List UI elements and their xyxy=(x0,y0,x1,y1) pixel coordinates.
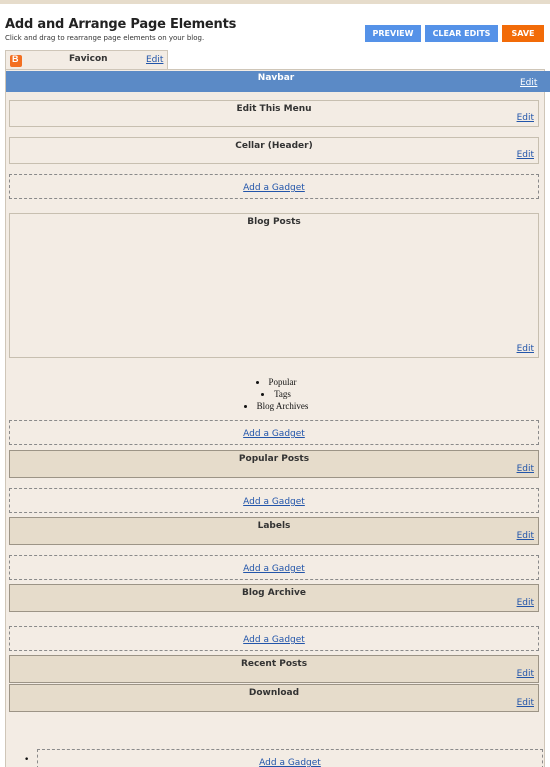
add-gadget-footer: Add a Gadget xyxy=(37,749,543,767)
recent-posts-widget[interactable]: Recent Posts Edit xyxy=(9,655,539,683)
add-gadget-link[interactable]: Add a Gadget xyxy=(243,183,305,193)
save-button[interactable]: SAVE xyxy=(502,25,544,42)
clear-edits-button[interactable]: CLEAR EDITS xyxy=(425,25,498,42)
page-layout-area: Navbar Edit Edit This Menu Edit Cellar (… xyxy=(5,69,550,767)
list-item[interactable]: Popular xyxy=(226,376,326,388)
list-bullet: • xyxy=(24,755,30,765)
edit-this-menu-edit-link[interactable]: Edit xyxy=(517,113,534,123)
download-edit-link[interactable]: Edit xyxy=(517,698,534,708)
add-gadget-sidebar-4: Add a Gadget xyxy=(9,626,539,651)
favicon-label: Favicon xyxy=(69,54,108,64)
add-gadget-link[interactable]: Add a Gadget xyxy=(243,635,305,645)
cellar-header-widget[interactable]: Cellar (Header) Edit xyxy=(9,137,539,164)
navbar-title: Navbar xyxy=(257,73,295,83)
add-gadget-link[interactable]: Add a Gadget xyxy=(259,758,321,767)
blog-archive-widget[interactable]: Blog Archive Edit xyxy=(9,584,539,612)
add-gadget-sidebar-1: Add a Gadget xyxy=(9,420,539,445)
widget-title: Blog Posts xyxy=(247,217,301,227)
page-title: Add and Arrange Page Elements xyxy=(5,17,237,32)
widget-title: Blog Archive xyxy=(242,588,306,598)
blogger-logo-icon xyxy=(10,54,22,67)
page-subtitle: Click and drag to rearrange page element… xyxy=(5,34,205,42)
navbar-edit-link[interactable]: Edit xyxy=(520,78,537,88)
blog-posts-edit-link[interactable]: Edit xyxy=(517,344,534,354)
widget-title: Popular Posts xyxy=(238,454,310,464)
navbar-widget[interactable]: Navbar Edit xyxy=(6,71,550,92)
cellar-header-edit-link[interactable]: Edit xyxy=(517,150,534,160)
list-item[interactable]: Blog Archives xyxy=(226,400,326,412)
blog-posts-widget[interactable]: Blog Posts Edit xyxy=(9,213,539,358)
popular-posts-edit-link[interactable]: Edit xyxy=(517,464,534,474)
add-gadget-link[interactable]: Add a Gadget xyxy=(243,497,305,507)
popular-posts-widget[interactable]: Popular Posts Edit xyxy=(9,450,539,478)
favicon-widget: Favicon Edit xyxy=(5,50,168,71)
add-gadget-sidebar-2: Add a Gadget xyxy=(9,488,539,513)
tab-list: Popular Tags Blog Archives xyxy=(6,376,546,412)
add-gadget-link[interactable]: Add a Gadget xyxy=(243,564,305,574)
list-item[interactable]: Tags xyxy=(226,388,326,400)
widget-title: Cellar (Header) xyxy=(235,141,313,151)
add-gadget-header: Add a Gadget xyxy=(9,174,539,199)
widget-title: Download xyxy=(248,688,300,698)
download-widget[interactable]: Download Edit xyxy=(9,684,539,712)
widget-title: Labels xyxy=(257,521,291,531)
labels-edit-link[interactable]: Edit xyxy=(517,531,534,541)
preview-button[interactable]: PREVIEW xyxy=(365,25,421,42)
favicon-edit-link[interactable]: Edit xyxy=(146,55,163,65)
widget-title: Edit This Menu xyxy=(236,104,312,114)
recent-posts-edit-link[interactable]: Edit xyxy=(517,669,534,679)
add-gadget-link[interactable]: Add a Gadget xyxy=(243,429,305,439)
blog-archive-edit-link[interactable]: Edit xyxy=(517,598,534,608)
widget-title: Recent Posts xyxy=(240,659,308,669)
labels-widget[interactable]: Labels Edit xyxy=(9,517,539,545)
top-border-strip xyxy=(0,0,550,4)
edit-this-menu-widget[interactable]: Edit This Menu Edit xyxy=(9,100,539,127)
add-gadget-sidebar-3: Add a Gadget xyxy=(9,555,539,580)
